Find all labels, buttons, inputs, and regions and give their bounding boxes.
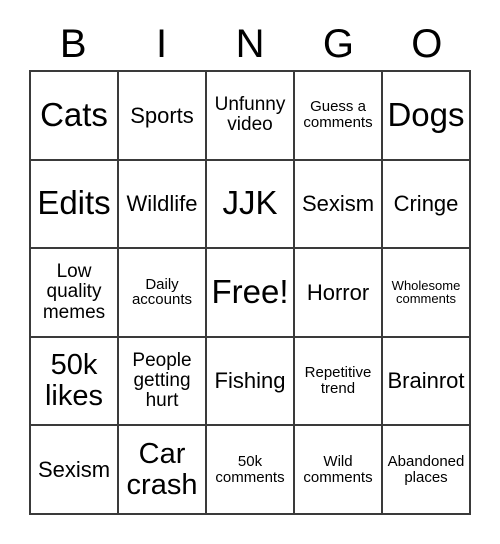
bingo-cell-r2-c4[interactable]: Sexism: [295, 160, 383, 250]
bingo-cell-r2-c3[interactable]: JJK: [207, 160, 295, 250]
bingo-cell-r3-c2[interactable]: Daily accounts: [119, 249, 207, 338]
bingo-cell-label: Wildlife: [126, 191, 198, 217]
bingo-cell-label: Repetitive trend: [304, 364, 372, 398]
bingo-cell-label: 50k likes: [44, 349, 103, 413]
bingo-header-letter-b: B: [59, 22, 87, 66]
bingo-cell-r4-c1[interactable]: 50k likes: [31, 337, 119, 427]
bingo-cell-r4-c5[interactable]: Brainrot: [383, 337, 471, 427]
bingo-cell-r5-c3[interactable]: 50k comments: [207, 426, 295, 515]
bingo-cell-label: Brainrot: [387, 368, 465, 394]
bingo-cell-label: Cringe: [393, 191, 459, 217]
bingo-cell-label: JJK: [222, 184, 278, 222]
bingo-cell-r1-c3[interactable]: Unfunny video: [207, 72, 295, 161]
bingo-cell-r3-c4[interactable]: Horror: [295, 249, 383, 338]
bingo-cell-r1-c5[interactable]: Dogs: [383, 72, 471, 161]
bingo-cell-label: People getting hurt: [132, 349, 192, 412]
bingo-cell-label: Wild comments: [303, 452, 373, 486]
bingo-cell-r4-c3[interactable]: Fishing: [207, 337, 295, 427]
bingo-cell-r3-c5[interactable]: Wholesome comments: [383, 249, 471, 338]
bingo-cell-r5-c2[interactable]: Car crash: [119, 426, 207, 515]
bingo-cell-r1-c1[interactable]: Cats: [31, 72, 119, 161]
bingo-cell-label: Sexism: [37, 457, 111, 483]
bingo-cell-label: Free!: [211, 273, 289, 310]
bingo-header-letter-g: G: [322, 22, 354, 66]
bingo-cell-label: Sexism: [301, 191, 375, 217]
bingo-cell-label: Abandoned places: [387, 452, 465, 486]
bingo-cell-label: Unfunny video: [214, 94, 286, 136]
bingo-cell-label: Cats: [40, 95, 108, 133]
bingo-cell-r2-c5[interactable]: Cringe: [383, 160, 471, 250]
bingo-cell-r3-c3[interactable]: Free!: [207, 249, 295, 338]
bingo-cell-label: 50k comments: [215, 452, 285, 486]
bingo-cell-label: Edits: [37, 184, 111, 222]
bingo-cell-label: Fishing: [214, 368, 286, 394]
bingo-cell-r1-c2[interactable]: Sports: [119, 72, 207, 161]
bingo-header-letter-o: O: [411, 22, 443, 66]
bingo-cell-r2-c2[interactable]: Wildlife: [119, 160, 207, 250]
bingo-cell-label: Sports: [130, 102, 194, 128]
bingo-header-letter-i: I: [156, 22, 168, 66]
bingo-cell-r4-c4[interactable]: Repetitive trend: [295, 337, 383, 427]
bingo-cell-label: Daily accounts: [131, 275, 193, 309]
bingo-cell-label: Low quality memes: [42, 261, 106, 323]
bingo-cell-r5-c5[interactable]: Abandoned places: [383, 426, 471, 515]
bingo-cell-r4-c2[interactable]: People getting hurt: [119, 337, 207, 427]
bingo-cell-r2-c1[interactable]: Edits: [31, 160, 119, 250]
bingo-card: B I N G O Cats Sports Unfunny video Guess a…: [0, 0, 500, 544]
bingo-cell-label: Car crash: [126, 437, 198, 501]
bingo-header-letter-n: N: [235, 22, 265, 66]
bingo-grid: Cats Sports Unfunny video Guess a comments D…: [29, 70, 471, 515]
bingo-cell-label: Horror: [306, 279, 370, 305]
bingo-cell-r1-c4[interactable]: Guess a comments: [295, 72, 383, 161]
bingo-header-row: B I N G O: [29, 18, 471, 70]
bingo-cell-label: Wholesome comments: [391, 277, 461, 307]
bingo-cell-r5-c1[interactable]: Sexism: [31, 426, 119, 515]
bingo-cell-r3-c1[interactable]: Low quality memes: [31, 249, 119, 338]
bingo-cell-label: Dogs: [387, 95, 465, 133]
bingo-cell-label: Guess a comments: [303, 98, 373, 132]
bingo-cell-r5-c4[interactable]: Wild comments: [295, 426, 383, 515]
